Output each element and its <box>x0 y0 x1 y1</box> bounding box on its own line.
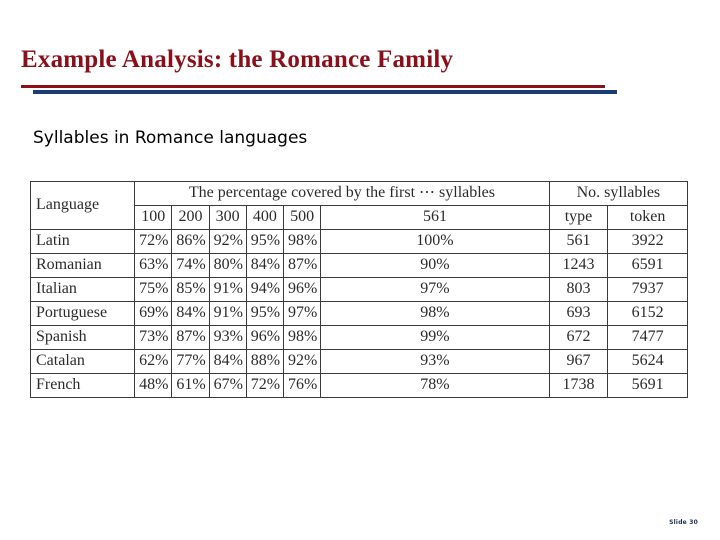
cell-pct-100: 75% <box>134 277 173 302</box>
cell-pct-561: 98% <box>320 301 550 326</box>
cell-pct-200: 61% <box>171 373 210 398</box>
title-rule-red <box>21 85 605 88</box>
cell-type: 1738 <box>548 373 609 398</box>
cell-pct-200: 85% <box>171 277 210 302</box>
cell-pct-200: 84% <box>171 301 210 326</box>
cell-token: 5624 <box>607 349 688 374</box>
cell-pct-100: 62% <box>134 349 173 374</box>
cell-pct-500: 92% <box>282 349 322 374</box>
cell-type: 672 <box>548 325 609 350</box>
cell-pct-400: 95% <box>245 301 284 326</box>
column-header-pct-300: 300 <box>208 205 247 230</box>
column-header-pct-200: 200 <box>171 205 210 230</box>
table-header: Language The percentage covered by the f… <box>29 181 689 230</box>
cell-pct-500: 97% <box>282 301 322 326</box>
cell-type: 693 <box>548 301 609 326</box>
subtitle: Syllables in Romance languages <box>33 128 308 148</box>
cell-pct-500: 76% <box>282 373 322 398</box>
cell-type: 967 <box>548 349 609 374</box>
cell-pct-200: 74% <box>171 253 210 278</box>
cell-language: Catalan <box>29 349 136 374</box>
column-header-percentage-group: The percentage covered by the first ⋯ sy… <box>134 181 550 206</box>
cell-language: French <box>29 373 136 398</box>
syllables-table-container: Language The percentage covered by the f… <box>29 181 689 398</box>
cell-pct-300: 91% <box>208 277 247 302</box>
cell-pct-200: 77% <box>171 349 210 374</box>
cell-pct-300: 84% <box>208 349 247 374</box>
cell-token: 3922 <box>607 229 688 254</box>
slide-number: Slide 30 <box>669 519 698 526</box>
cell-token: 6591 <box>607 253 688 278</box>
table-row: French 48% 61% 67% 72% 76% 78% 1738 5691 <box>29 373 688 398</box>
cell-language: Spanish <box>29 325 136 350</box>
table-row: Portuguese 69% 84% 91% 95% 97% 98% 693 6… <box>29 301 688 326</box>
cell-pct-500: 98% <box>282 229 322 254</box>
slide-canvas: { "slide": { "title": "Example Analysis:… <box>0 0 720 540</box>
table-row: Italian 75% 85% 91% 94% 96% 97% 803 7937 <box>29 277 688 302</box>
cell-pct-100: 63% <box>134 253 173 278</box>
cell-pct-400: 96% <box>245 325 284 350</box>
column-header-token: token <box>607 205 688 230</box>
cell-token: 5691 <box>607 373 688 398</box>
cell-pct-500: 96% <box>282 277 322 302</box>
syllables-table: Language The percentage covered by the f… <box>29 181 689 398</box>
cell-pct-200: 86% <box>171 229 210 254</box>
cell-type: 561 <box>548 229 609 254</box>
cell-pct-561: 93% <box>320 349 550 374</box>
cell-pct-561: 99% <box>320 325 550 350</box>
column-header-pct-561: 561 <box>320 205 550 230</box>
column-header-pct-100: 100 <box>134 205 173 230</box>
table-row: Spanish 73% 87% 93% 96% 98% 99% 672 7477 <box>29 325 688 350</box>
cell-type: 1243 <box>548 253 609 278</box>
cell-pct-500: 87% <box>282 253 322 278</box>
cell-pct-200: 87% <box>171 325 210 350</box>
cell-type: 803 <box>548 277 609 302</box>
cell-pct-100: 48% <box>134 373 173 398</box>
cell-language: Latin <box>29 229 136 254</box>
cell-pct-300: 67% <box>208 373 247 398</box>
cell-pct-300: 91% <box>208 301 247 326</box>
cell-pct-300: 92% <box>208 229 247 254</box>
cell-pct-400: 95% <box>245 229 284 254</box>
cell-pct-561: 78% <box>320 373 550 398</box>
cell-pct-400: 72% <box>245 373 284 398</box>
cell-pct-500: 98% <box>282 325 322 350</box>
column-header-pct-500: 500 <box>282 205 322 230</box>
cell-pct-300: 93% <box>208 325 247 350</box>
title-rule-navy <box>33 90 617 94</box>
cell-pct-561: 97% <box>320 277 550 302</box>
cell-pct-300: 80% <box>208 253 247 278</box>
page-title: Example Analysis: the Romance Family <box>21 46 454 73</box>
cell-pct-400: 94% <box>245 277 284 302</box>
column-header-pct-400: 400 <box>245 205 284 230</box>
column-header-language: Language <box>29 181 136 230</box>
table-row: Romanian 63% 74% 80% 84% 87% 90% 1243 65… <box>29 253 688 278</box>
cell-pct-400: 88% <box>245 349 284 374</box>
cell-token: 6152 <box>607 301 688 326</box>
cell-token: 7937 <box>607 277 688 302</box>
column-header-no-syllables-group: No. syllables <box>548 181 689 206</box>
table-row: Catalan 62% 77% 84% 88% 92% 93% 967 5624 <box>29 349 688 374</box>
table-header-row-groups: Language The percentage covered by the f… <box>29 181 689 230</box>
cell-language: Portuguese <box>29 301 136 326</box>
cell-pct-561: 90% <box>320 253 550 278</box>
table-body: Latin 72% 86% 92% 95% 98% 100% 561 3922 … <box>29 229 688 398</box>
cell-pct-561: 100% <box>320 229 550 254</box>
cell-language: Italian <box>29 277 136 302</box>
column-header-type: type <box>548 205 609 230</box>
table-row: Latin 72% 86% 92% 95% 98% 100% 561 3922 <box>29 229 688 254</box>
cell-pct-400: 84% <box>245 253 284 278</box>
cell-pct-100: 72% <box>134 229 173 254</box>
cell-pct-100: 73% <box>134 325 173 350</box>
cell-language: Romanian <box>29 253 136 278</box>
cell-token: 7477 <box>607 325 688 350</box>
cell-pct-100: 69% <box>134 301 173 326</box>
